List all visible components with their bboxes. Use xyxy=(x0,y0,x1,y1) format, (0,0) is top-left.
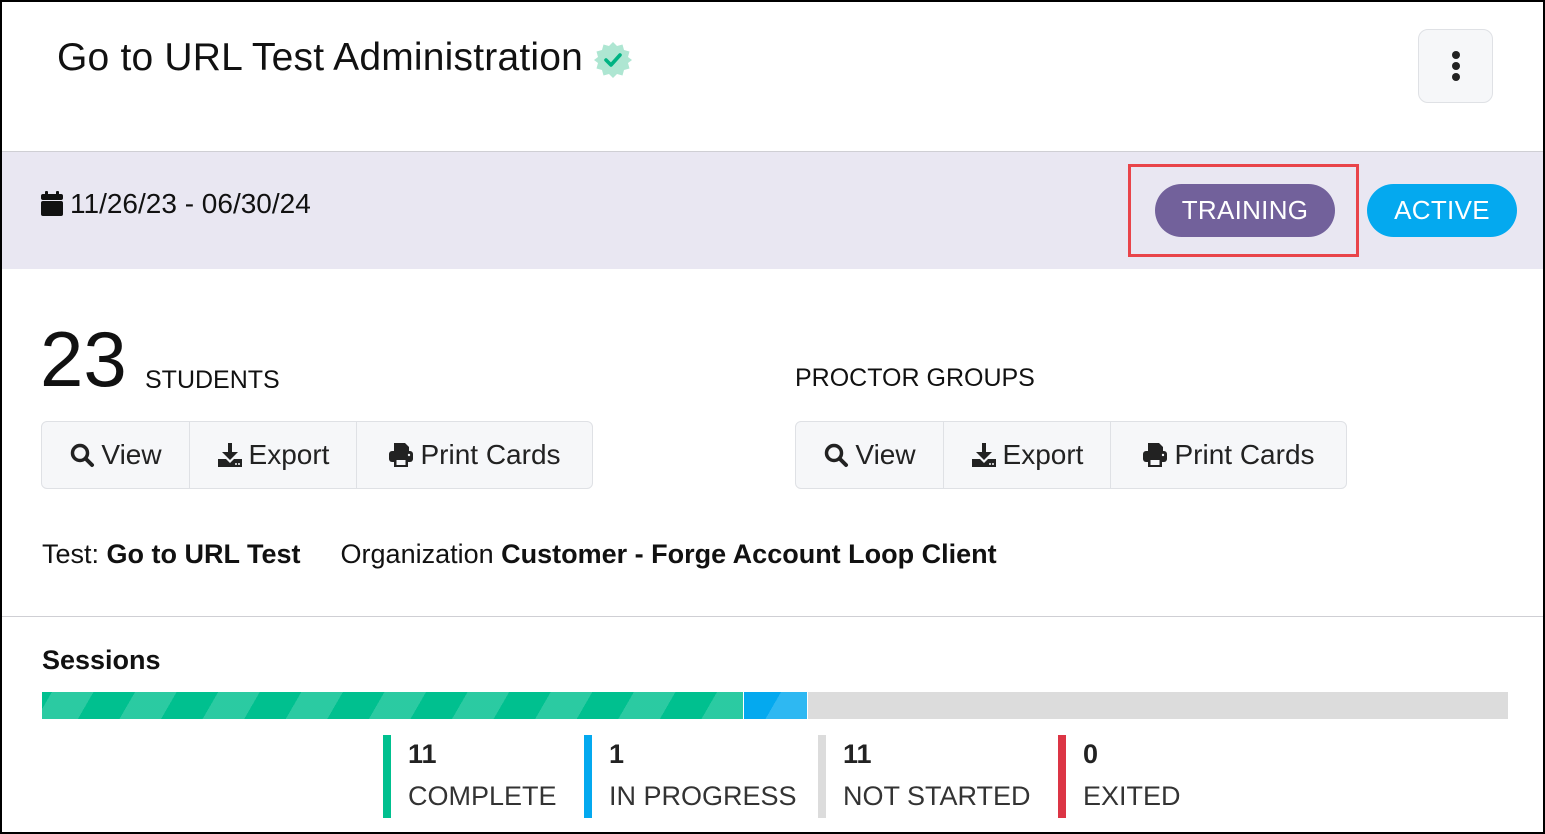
legend-label: COMPLETE xyxy=(408,781,557,811)
legend-stripe xyxy=(818,735,826,818)
active-status-badge: ACTIVE xyxy=(1367,184,1517,237)
test-info: Test: Go to URL Test xyxy=(42,539,301,570)
legend-complete: 11 COMPLETE xyxy=(383,735,584,818)
progress-segment-complete xyxy=(42,692,744,719)
legend-count: 0 xyxy=(1083,739,1099,769)
test-label: Test: xyxy=(42,539,100,569)
sessions-legend: 11 COMPLETE 1 IN PROGRESS 11 NOT STARTED… xyxy=(383,735,1198,818)
progress-segment-not-started xyxy=(806,692,1508,719)
organization-name: Customer - Forge Account Loop Client xyxy=(501,539,997,569)
page-header: Go to URL Test Administration xyxy=(2,2,1543,151)
calendar-icon xyxy=(41,191,63,216)
proctor-view-button[interactable]: View xyxy=(796,422,944,488)
kebab-menu-icon xyxy=(1451,73,1460,81)
page-title-row: Go to URL Test Administration xyxy=(57,36,633,80)
legend-label: IN PROGRESS xyxy=(609,781,797,811)
organization-label: Organization xyxy=(340,539,494,569)
legend-count: 11 xyxy=(408,739,437,769)
students-print-cards-button[interactable]: Print Cards xyxy=(357,422,592,488)
date-range-text: 11/26/23 - 06/30/24 xyxy=(70,188,311,219)
test-meta: Test: Go to URL Test Organization Custom… xyxy=(42,539,997,570)
date-range: 11/26/23 - 06/30/24 xyxy=(40,188,311,220)
page-frame: Go to URL Test Administration 11/26/23 -… xyxy=(0,0,1545,834)
students-view-button[interactable]: View xyxy=(42,422,190,488)
download-icon xyxy=(971,443,996,467)
download-icon xyxy=(217,443,242,467)
proctor-groups-label: PROCTOR GROUPS xyxy=(795,364,1035,392)
test-name: Go to URL Test xyxy=(106,539,301,569)
legend-not-started: 11 NOT STARTED xyxy=(818,735,1058,818)
legend-count: 1 xyxy=(609,739,625,769)
proctor-export-button[interactable]: Export xyxy=(944,422,1111,488)
export-label: Export xyxy=(1002,439,1084,470)
legend-count: 11 xyxy=(843,739,872,769)
students-export-button[interactable]: Export xyxy=(190,422,357,488)
legend-in-progress: 1 IN PROGRESS xyxy=(584,735,818,818)
print-cards-label: Print Cards xyxy=(1174,439,1315,470)
page-title: Go to URL Test Administration xyxy=(57,36,584,79)
legend-stripe xyxy=(383,735,391,818)
export-label: Export xyxy=(248,439,330,470)
sessions-progress-bar xyxy=(42,692,1508,719)
more-options-button[interactable] xyxy=(1418,29,1493,103)
proctor-print-cards-button[interactable]: Print Cards xyxy=(1111,422,1346,488)
kebab-menu-icon xyxy=(1451,51,1460,59)
legend-label: EXITED xyxy=(1083,781,1181,811)
search-icon xyxy=(71,443,95,467)
date-status-band: 11/26/23 - 06/30/24 TRAINING ACTIVE xyxy=(2,151,1543,269)
printer-icon xyxy=(389,443,414,467)
kebab-menu-icon xyxy=(1451,62,1460,70)
view-label: View xyxy=(855,439,916,470)
training-badge-label: TRAINING xyxy=(1181,195,1309,225)
legend-stripe xyxy=(1058,735,1066,818)
progress-segment-in-progress xyxy=(743,692,807,719)
organization-info: Organization Customer - Forge Account Lo… xyxy=(341,539,997,570)
legend-exited: 0 EXITED xyxy=(1058,735,1198,818)
section-divider xyxy=(2,616,1543,617)
verified-badge-icon xyxy=(593,40,633,80)
legend-stripe xyxy=(584,735,592,818)
view-label: View xyxy=(101,439,162,470)
active-badge-label: ACTIVE xyxy=(1394,195,1490,225)
proctor-groups-button-group: View Export Print Cards xyxy=(795,421,1347,489)
students-label: STUDENTS xyxy=(145,366,280,394)
students-button-group: View Export Print Cards xyxy=(41,421,593,489)
sessions-title: Sessions xyxy=(42,645,161,675)
legend-label: NOT STARTED xyxy=(843,781,1031,811)
search-icon xyxy=(825,443,849,467)
printer-icon xyxy=(1143,443,1168,467)
student-count: 23 xyxy=(40,315,127,403)
training-badge: TRAINING xyxy=(1155,184,1335,237)
print-cards-label: Print Cards xyxy=(420,439,561,470)
